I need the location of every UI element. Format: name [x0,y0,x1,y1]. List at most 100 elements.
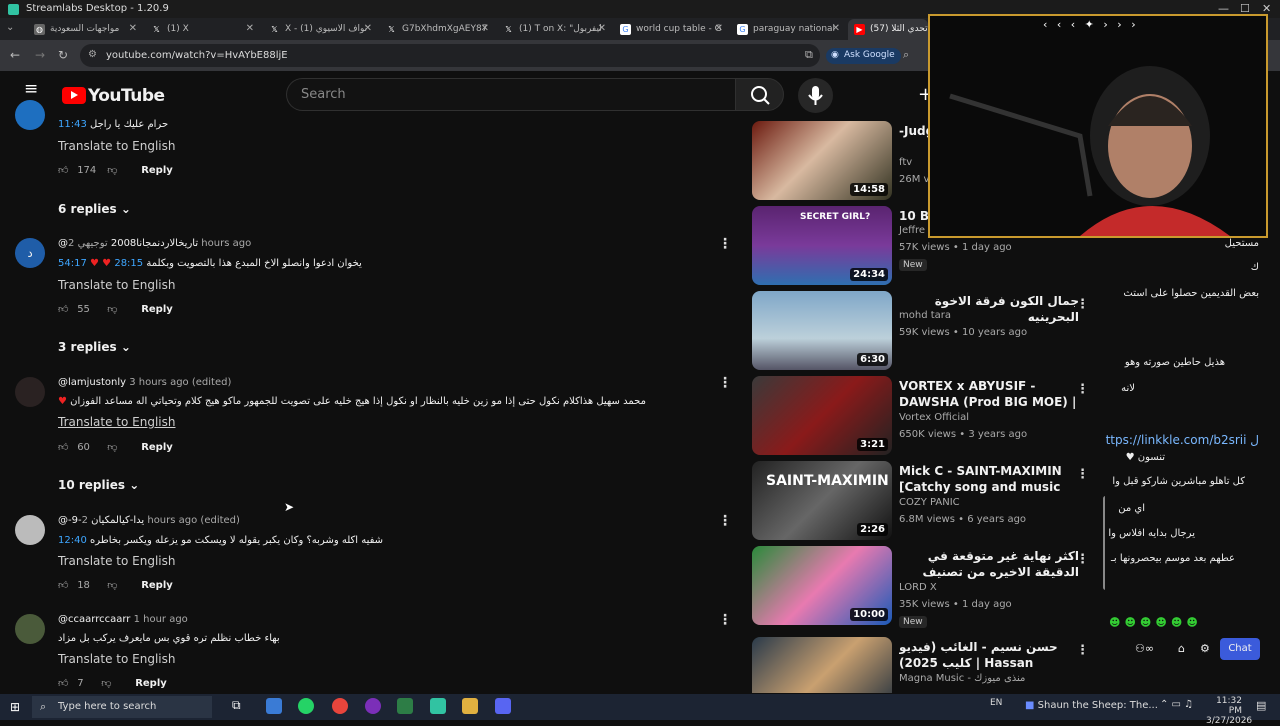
reply-button[interactable]: Reply [141,580,173,591]
translate-link[interactable]: Translate to English [58,554,176,568]
video-thumbnail[interactable]: 10:00 [752,546,892,625]
avatar[interactable] [15,614,45,644]
comment-author[interactable]: @-9-يدا-كيالمكيان [58,515,144,526]
reply-button[interactable]: Reply [135,678,167,689]
avatar[interactable]: د [15,238,45,268]
replies-toggle[interactable]: 3 replies ⌄ [58,340,131,354]
dislike-icon[interactable]: 👎︎ [107,441,141,453]
reply-button[interactable]: Reply [141,165,173,176]
more-actions-icon[interactable]: ⋮ [1076,467,1089,482]
timestamp-link[interactable]: 11:43 [58,119,87,130]
store-icon[interactable]: ⌂ [1178,642,1185,655]
more-actions-icon[interactable]: ⋮ [1076,552,1089,567]
close-tab-icon[interactable]: ✕ [715,23,723,34]
channel-name[interactable]: Vortex Official [899,412,969,423]
ask-google-button[interactable]: ◉ Ask Google [826,48,901,64]
more-actions-icon[interactable]: ⋮ [718,236,732,252]
timestamp-link[interactable]: 54:17 [58,258,87,269]
tab-item[interactable]: Gworld cup table - G ✕ [614,19,729,40]
like-icon[interactable]: 👍︎ [58,677,74,689]
tab-item[interactable]: Gparaguay national ✕ [731,19,846,40]
translate-link[interactable]: Translate to English [58,652,176,666]
notifications-icon[interactable]: ▤ [1256,699,1266,712]
reload-icon[interactable]: ↻ [58,48,68,62]
timestamp-link[interactable]: 12:40 [58,535,87,546]
video-title[interactable]: حسن نسيم - الغائب (فيديو كليب 2025) | Ha… [899,639,1079,671]
recommended-video[interactable]: 6:30 جمال الكون فرقة الاخوة البحرينيه mo… [752,291,1102,370]
whatsapp-icon[interactable] [298,698,314,714]
voice-search-button[interactable] [798,78,833,113]
video-thumbnail[interactable]: SAINT-MAXIMIN 2:26 [752,461,892,540]
close-tab-icon[interactable]: ✕ [598,23,606,34]
translate-link[interactable]: Translate to English [58,139,176,153]
comment-time[interactable]: 1 hour ago [134,614,188,625]
discord-icon[interactable] [365,698,381,714]
reply-button[interactable]: Reply [141,442,173,453]
translate-link[interactable]: Translate to English [58,415,176,429]
menu-icon[interactable]: ≡ [24,81,40,98]
close-tab-icon[interactable]: ✕ [832,23,840,34]
tray-icons[interactable]: ⌃ ▭ ♫ [1160,699,1193,710]
app-icon[interactable] [495,698,511,714]
close-tab-icon[interactable]: ✕ [129,23,137,34]
youtube-logo[interactable]: YouTube [62,86,165,106]
video-thumbnail[interactable]: 3:21 [752,376,892,455]
more-actions-icon[interactable]: ⋮ [1076,297,1089,312]
media-widget[interactable]: ■ Shaun the Sheep: The... [1025,700,1158,711]
comment-time[interactable]: 3 hours ago (edited) [129,377,231,388]
copilot-icon[interactable] [266,698,282,714]
file-explorer-icon[interactable] [462,698,478,714]
avatar[interactable] [15,100,45,130]
video-thumbnail[interactable]: 14:58 [752,121,892,200]
dislike-icon[interactable]: 👎︎ [107,579,141,591]
video-title[interactable]: Mick C - SAINT-MAXIMIN [Catchy song and … [899,463,1079,495]
like-icon[interactable]: 👍︎ [58,303,74,315]
like-icon[interactable]: 👍︎ [58,164,74,176]
avatar[interactable] [15,515,45,545]
comment-author[interactable]: @ccaarrccaarr [58,614,130,625]
language-indicator[interactable]: EN [990,698,1002,708]
video-thumbnail[interactable]: SECRET GIRL? 24:34 [752,206,892,285]
tab-item[interactable]: 𝕏 (1) X ✕ [145,19,260,40]
recommended-video[interactable]: 10:00 اكثر نهاية غير متوقعة في الدقيقة ا… [752,546,1102,628]
start-icon[interactable]: ⊞ [10,700,20,714]
channel-name[interactable]: COZY PANIC [899,497,960,508]
reply-button[interactable]: Reply [141,304,173,315]
close-tab-icon[interactable]: ✕ [481,23,489,34]
gear-icon[interactable]: ⚙ [1200,642,1210,655]
tab-item[interactable]: 𝕏 G7bXhdmXgAEY87 ✕ [380,19,495,40]
clock[interactable]: 11:32 PM 3/27/2026 [1206,696,1252,726]
site-info-icon[interactable]: ⚙ [88,49,97,60]
replies-toggle[interactable]: 6 replies ⌄ [58,202,131,216]
more-actions-icon[interactable]: ⋮ [1076,382,1089,397]
channel-name[interactable]: ftv [899,157,912,168]
close-tab-icon[interactable]: ✕ [364,23,372,34]
channel-name[interactable]: mohd tara [899,310,951,321]
timestamp-link[interactable]: 28:15 [114,258,143,269]
dislike-icon[interactable]: 👎︎ [107,303,141,315]
more-actions-icon[interactable]: ⋮ [718,513,732,529]
tab-item[interactable]: ◍ مواجهات السعودية ✕ [28,19,143,40]
more-actions-icon[interactable]: ⋮ [718,375,732,391]
video-title[interactable]: VORTEX x ABYUSIF - DAWSHA (Prod BIG MOE)… [899,378,1079,410]
excel-icon[interactable] [397,698,413,714]
tab-list-chevron-icon[interactable]: ⌄ [6,22,14,33]
tab-item[interactable]: 𝕏 X - نواف الاسيوي (1) ✕ [263,19,378,40]
channel-name[interactable]: Jeffre [899,225,925,236]
more-actions-icon[interactable]: ⋮ [1076,643,1089,658]
like-icon[interactable]: 👍︎ [58,579,74,591]
video-title[interactable]: اكثر نهاية غير متوقعة في الدقيقة الاخيره… [899,548,1079,580]
channel-name[interactable]: Magna Music - منذى ميوزك [899,673,1025,684]
close-tab-icon[interactable]: ✕ [246,23,254,34]
recommended-video[interactable]: حسن نسيم - الغائب (فيديو كليب 2025) | Ha… [752,637,1102,693]
avatar[interactable] [15,377,45,407]
like-icon[interactable]: 👍︎ [58,441,74,453]
channel-name[interactable]: LORD X [899,582,937,593]
tab-item[interactable]: 𝕏 (1) T on X: "ليفربول ✕ [497,19,612,40]
dislike-icon[interactable]: 👎︎ [107,164,141,176]
streamlabs-taskbar-icon[interactable] [430,698,446,714]
forward-icon[interactable]: → [35,48,45,62]
more-actions-icon[interactable]: ⋮ [718,612,732,628]
install-app-icon[interactable]: ⧉ [805,48,813,62]
dislike-icon[interactable]: 👎︎ [101,677,135,689]
